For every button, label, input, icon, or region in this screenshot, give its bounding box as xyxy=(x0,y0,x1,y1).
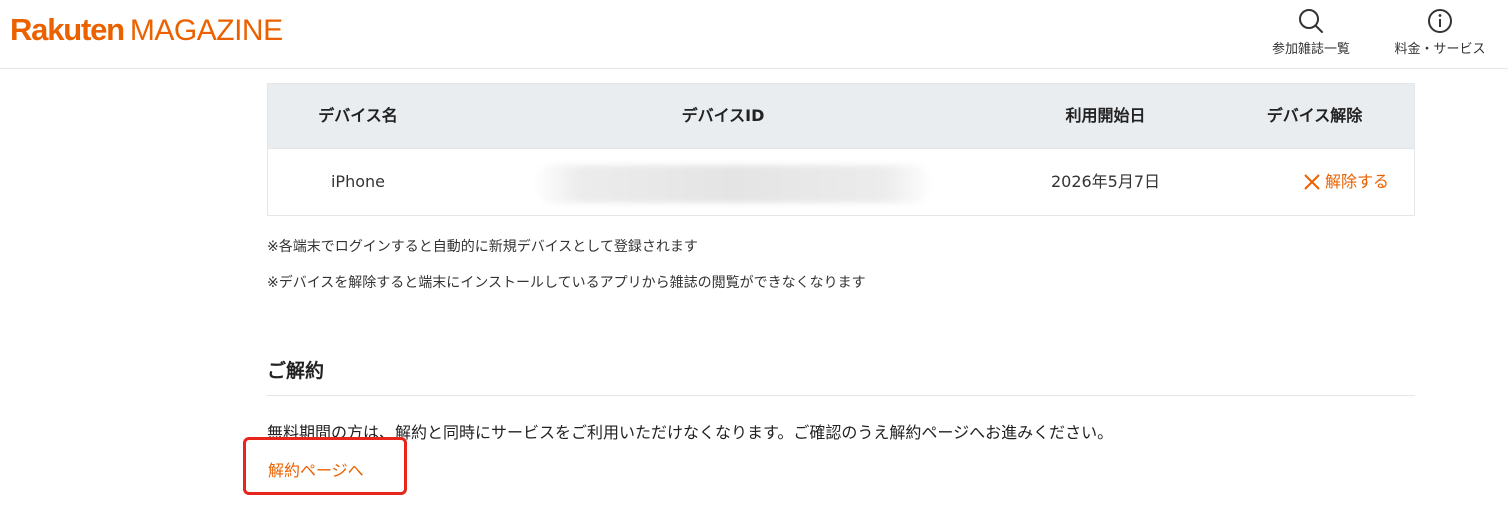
table-row: iPhone 2026年5月7日 解除する xyxy=(268,148,1414,215)
logo-rakuten-text: Rakuten xyxy=(10,12,125,47)
nav-pricing-service[interactable]: 料金・サービス xyxy=(1390,6,1490,57)
device-table-header: デバイス名 デバイスID 利用開始日 デバイス解除 xyxy=(268,84,1414,148)
device-note-auto-register: ※各端末でログインすると自動的に新規デバイスとして登録されます xyxy=(267,239,698,255)
device-note-release-warning: ※デバイスを解除すると端末にインストールしているアプリから雑誌の閲覧ができなくな… xyxy=(267,275,866,291)
section-divider xyxy=(267,395,1415,396)
close-icon xyxy=(1304,174,1320,190)
cancellation-page-link[interactable]: 解約ページへ xyxy=(268,457,364,481)
column-header-device-name: デバイス名 xyxy=(318,106,398,125)
device-id-masked xyxy=(533,165,933,203)
logo-magazine-text: MAGAZINE xyxy=(129,14,283,47)
search-icon xyxy=(1299,9,1323,33)
start-date-cell: 2026年5月7日 xyxy=(1050,172,1161,191)
nav-magazine-list[interactable]: 参加雑誌一覧 xyxy=(1264,6,1358,57)
release-device-button[interactable]: 解除する xyxy=(1303,149,1389,215)
site-header: Rakuten MAGAZINE 参加雑誌一覧 料金・サービス xyxy=(0,0,1508,69)
device-table: デバイス名 デバイスID 利用開始日 デバイス解除 iPhone 2026年5月… xyxy=(267,83,1415,216)
column-header-device-release: デバイス解除 xyxy=(1266,106,1363,125)
nav-pricing-service-label: 料金・サービス xyxy=(1394,42,1486,57)
nav-magazine-list-label: 参加雑誌一覧 xyxy=(1271,42,1350,57)
device-name-cell: iPhone xyxy=(330,172,385,191)
release-device-label: 解除する xyxy=(1325,172,1390,191)
column-header-start-date: 利用開始日 xyxy=(1065,106,1146,125)
rakuten-magazine-logo[interactable]: Rakuten MAGAZINE xyxy=(10,12,283,48)
cancellation-link-highlight: 解約ページへ xyxy=(243,437,407,495)
info-icon xyxy=(1428,9,1452,33)
column-header-device-id: デバイスID xyxy=(681,106,765,125)
cancellation-title: ご解約 xyxy=(267,360,325,382)
